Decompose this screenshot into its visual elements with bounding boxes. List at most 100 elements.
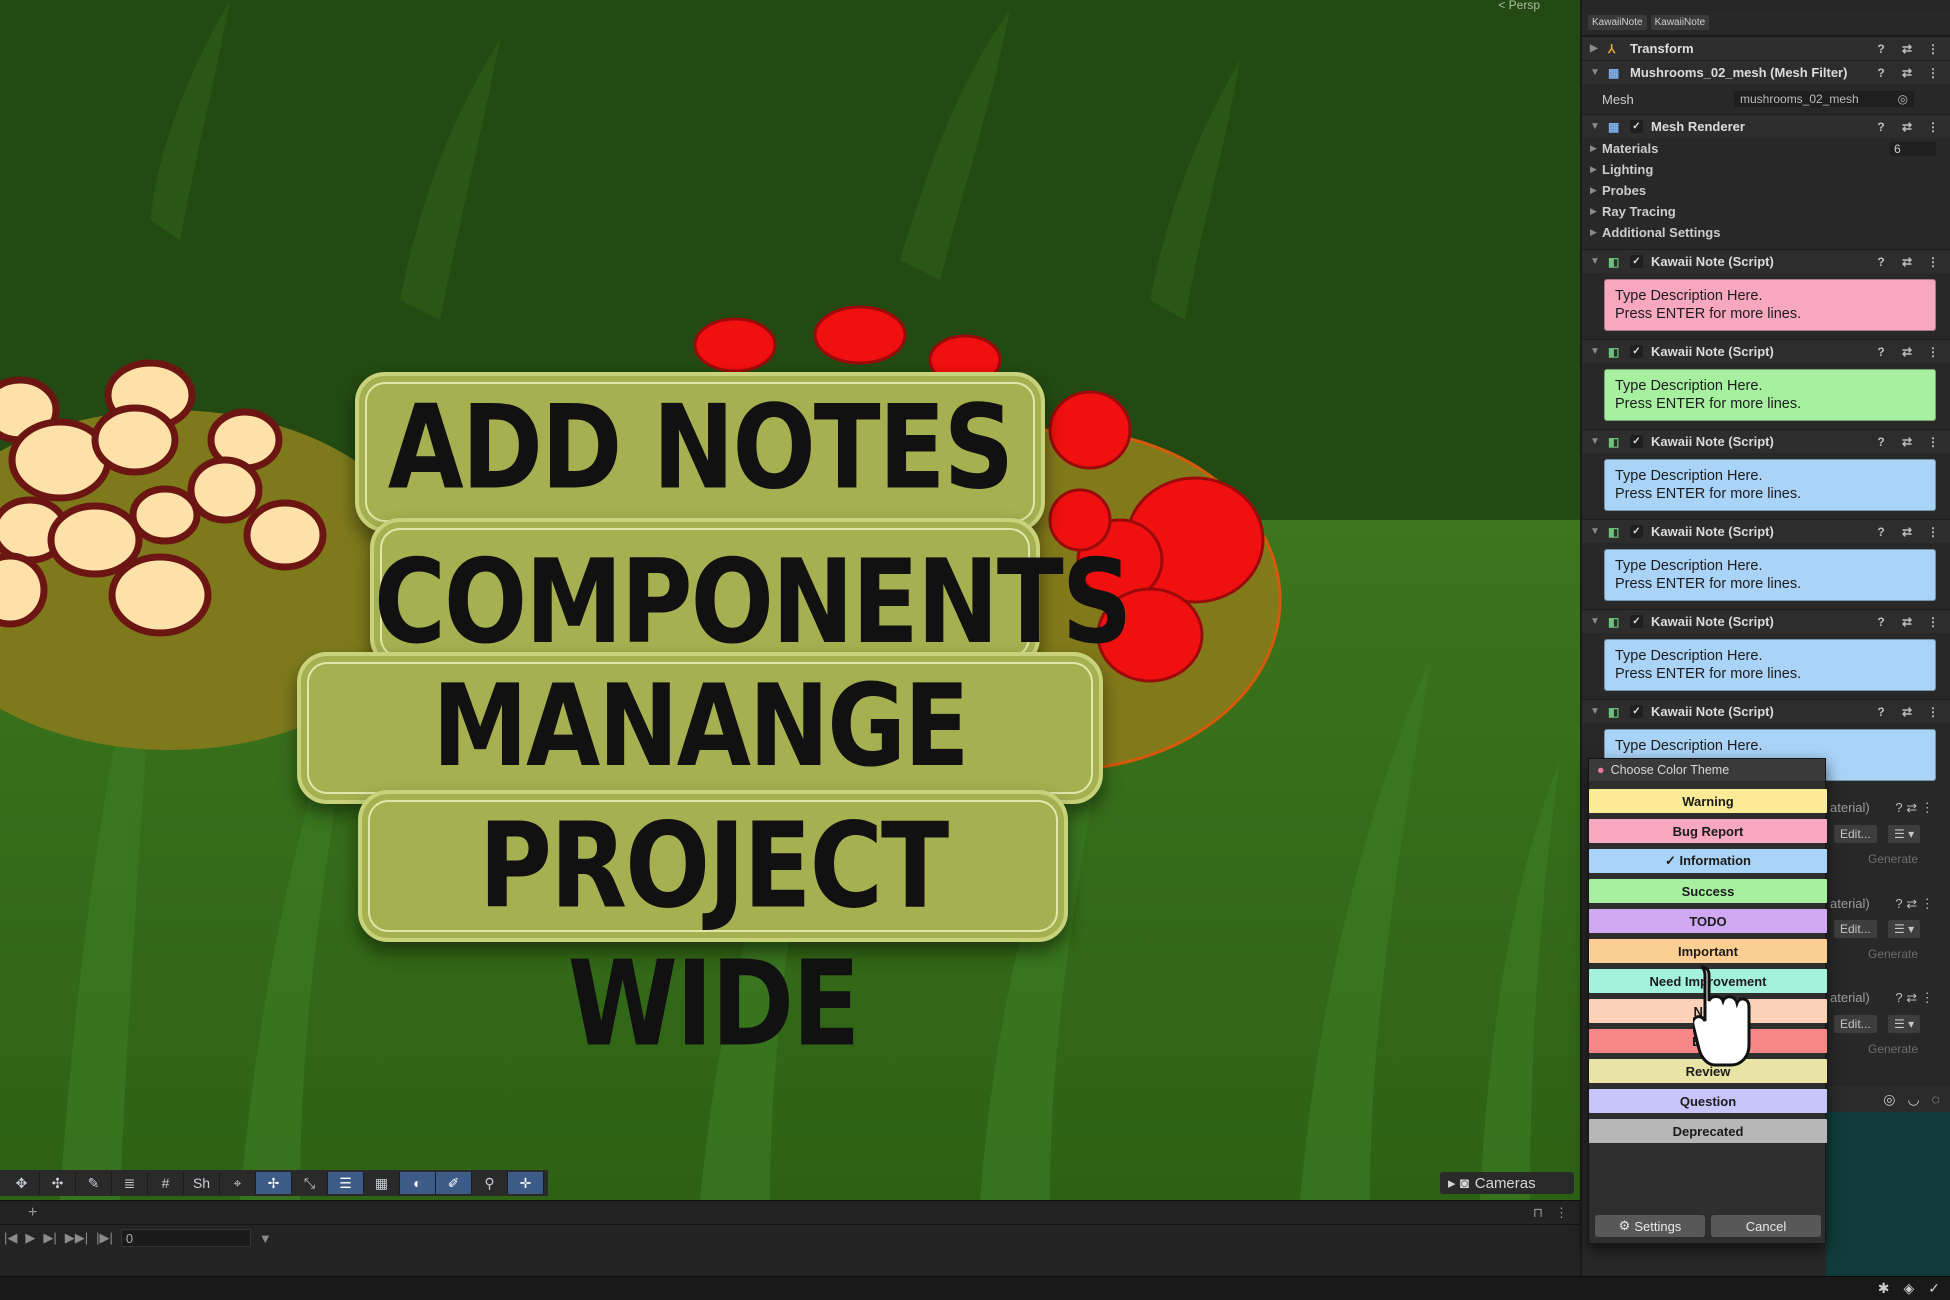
theme-option[interactable]: Success (1589, 879, 1827, 903)
theme-option[interactable]: Question (1589, 1089, 1827, 1113)
collapse-icon[interactable]: ▼ (1590, 526, 1600, 537)
preset-icon[interactable]: ⇄ (1898, 66, 1916, 80)
edit-button[interactable]: Edit... (1834, 1015, 1877, 1033)
next-frame-icon[interactable]: ▶| (43, 1230, 56, 1246)
scene-viewport[interactable]: < Persp ADD NOTES TO COMPONENTS MANANGE … (0, 0, 1580, 1200)
zoom-icon[interactable]: ⚲ (472, 1172, 508, 1194)
mesh-filter-header[interactable]: ▼ ▦ Mushrooms_02_mesh (Mesh Filter) ? ⇄ … (1582, 60, 1950, 84)
expand-icon[interactable]: ▶ (1590, 206, 1602, 217)
more-icon[interactable]: ⋮ (1924, 66, 1942, 80)
shader-dropdown[interactable]: ☰ ▾ (1888, 920, 1921, 938)
first-frame-icon[interactable]: |◀ (4, 1230, 17, 1246)
preset-icon[interactable]: ⇄ (1898, 615, 1916, 629)
kawaii-note-header[interactable]: ▼ ◧ ✓ Kawaii Note (Script) ? ⇄ ⋮ (1582, 339, 1950, 363)
expand-icon[interactable]: ▶ (1590, 185, 1602, 196)
layers-icon[interactable]: ≣ (112, 1172, 148, 1194)
frame-dropdown-icon[interactable]: ▼ (259, 1231, 272, 1246)
expand-icon[interactable]: ▶ (1590, 227, 1602, 238)
help-icon[interactable]: ? ⇄ ⋮ (1895, 990, 1933, 1005)
last-frame-icon[interactable]: ▶▶| (65, 1230, 88, 1246)
more-icon[interactable]: ⋮ (1924, 42, 1942, 56)
perspective-label[interactable]: < Persp (1498, 0, 1540, 12)
collapse-icon[interactable]: ▼ (1590, 256, 1600, 267)
expand-icon[interactable]: ▶ (1590, 164, 1602, 175)
more-icon[interactable]: ⋮ (1924, 705, 1942, 719)
theme-option[interactable]: Warning (1589, 789, 1827, 813)
more-icon[interactable]: ⋮ (1924, 435, 1942, 449)
preset-icon[interactable]: ⇄ (1898, 525, 1916, 539)
more-icon[interactable]: ⋮ (1924, 255, 1942, 269)
light-icon[interactable]: ◌ (1932, 1091, 1940, 1107)
theme-option[interactable]: Deprecated (1589, 1119, 1827, 1143)
help-icon[interactable]: ? (1872, 42, 1890, 56)
collapse-icon[interactable]: ▼ (1590, 616, 1600, 627)
align-icon[interactable]: ☰ (328, 1172, 364, 1194)
bug-icon[interactable]: ✱ (1878, 1280, 1890, 1297)
help-icon[interactable]: ? (1872, 66, 1890, 80)
tag-chip[interactable]: KawaiiNote (1588, 15, 1647, 30)
cameras-overlay-button[interactable]: ▸ ◙ Cameras (1440, 1172, 1574, 1194)
edit-button[interactable]: Edit... (1834, 920, 1877, 938)
enabled-checkbox[interactable]: ✓ (1630, 525, 1643, 538)
enabled-checkbox[interactable]: ✓ (1630, 255, 1643, 268)
help-icon[interactable]: ? (1872, 120, 1890, 134)
ray-tracing-row[interactable]: ▶ Ray Tracing (1582, 201, 1950, 222)
theme-option[interactable]: ✓ Information (1589, 849, 1827, 873)
move-tool-icon[interactable]: ✣ (40, 1172, 76, 1194)
pan-icon[interactable]: ✛ (508, 1172, 544, 1194)
kawaii-note-header[interactable]: ▼ ◧ ✓ Kawaii Note (Script) ? ⇄ ⋮ (1582, 429, 1950, 453)
kawaii-note-header[interactable]: ▼ ◧ ✓ Kawaii Note (Script) ? ⇄ ⋮ (1582, 699, 1950, 723)
preset-icon[interactable]: ⇄ (1898, 255, 1916, 269)
enabled-checkbox[interactable]: ✓ (1630, 435, 1643, 448)
theme-option[interactable]: Important (1589, 939, 1827, 963)
theme-option[interactable]: Bug Report (1589, 819, 1827, 843)
grid-icon[interactable]: # (148, 1172, 184, 1194)
view-icon[interactable]: ◎ (1883, 1091, 1895, 1108)
shader-dropdown[interactable]: ☰ ▾ (1888, 825, 1921, 843)
more-icon[interactable]: ⋮ (1924, 345, 1942, 359)
view-tool-icon[interactable]: ✥ (4, 1172, 40, 1194)
collapse-icon[interactable]: ▼ (1590, 121, 1600, 132)
kawaii-note-header[interactable]: ▼ ◧ ✓ Kawaii Note (Script) ? ⇄ ⋮ (1582, 609, 1950, 633)
frame-field[interactable]: 0 (120, 1229, 251, 1247)
paint-2-icon[interactable]: ✐ (436, 1172, 472, 1194)
additional-settings-row[interactable]: ▶ Additional Settings (1582, 222, 1950, 243)
generate-button[interactable]: Generate (1868, 1042, 1918, 1056)
note-text-area[interactable]: Type Description Here. Press ENTER for m… (1604, 639, 1936, 691)
lock-icon[interactable]: ⊓ (1533, 1205, 1543, 1221)
help-icon[interactable]: ? (1872, 435, 1890, 449)
note-text-area[interactable]: Type Description Here. Press ENTER for m… (1604, 279, 1936, 331)
help-icon[interactable]: ? (1872, 345, 1890, 359)
preset-icon[interactable]: ⇄ (1898, 705, 1916, 719)
enabled-checkbox[interactable]: ✓ (1630, 615, 1643, 628)
snap-icon[interactable]: ⌖ (220, 1172, 256, 1194)
orbit-icon[interactable]: ◐ (400, 1172, 436, 1194)
more-icon[interactable]: ⋮ (1924, 525, 1942, 539)
play-icon[interactable]: ▶ (25, 1230, 35, 1246)
paint-tool-icon[interactable]: ✎ (76, 1172, 112, 1194)
enabled-checkbox[interactable]: ✓ (1630, 120, 1643, 133)
grid-2-icon[interactable]: ▦ (364, 1172, 400, 1194)
collapse-icon[interactable]: ▼ (1590, 67, 1600, 78)
loop-icon[interactable]: |▶| (96, 1230, 113, 1246)
expand-icon[interactable]: ▶ (1590, 143, 1602, 154)
eye-icon[interactable]: ◡ (1907, 1091, 1919, 1108)
help-icon[interactable]: ? (1872, 525, 1890, 539)
more-icon[interactable]: ⋮ (1924, 615, 1942, 629)
tag-chip[interactable]: KawaiiNote (1650, 15, 1710, 30)
theme-option[interactable]: TODO (1589, 909, 1827, 933)
materials-row[interactable]: ▶ Materials 6 (1582, 138, 1950, 159)
collapse-icon[interactable]: ▼ (1590, 436, 1600, 447)
probes-row[interactable]: ▶ Probes (1582, 180, 1950, 201)
transform-header[interactable]: ▶ ⅄ Transform ? ⇄ ⋮ (1582, 36, 1950, 60)
kawaii-note-header[interactable]: ▼ ◧ ✓ Kawaii Note (Script) ? ⇄ ⋮ (1582, 249, 1950, 273)
help-icon[interactable]: ? ⇄ ⋮ (1895, 896, 1933, 911)
mesh-renderer-header[interactable]: ▼ ▦ ✓ Mesh Renderer ? ⇄ ⋮ (1582, 114, 1950, 138)
mesh-field[interactable]: mushrooms_02_mesh ◎ (1734, 91, 1914, 107)
edit-button[interactable]: Edit... (1834, 825, 1877, 843)
expand-icon[interactable]: ▶ (1590, 43, 1600, 54)
layers-status-icon[interactable]: ◈ (1903, 1280, 1914, 1297)
help-icon[interactable]: ? ⇄ ⋮ (1895, 800, 1933, 815)
note-text-area[interactable]: Type Description Here. Press ENTER for m… (1604, 369, 1936, 421)
scale-icon[interactable]: ⤡ (292, 1172, 328, 1194)
